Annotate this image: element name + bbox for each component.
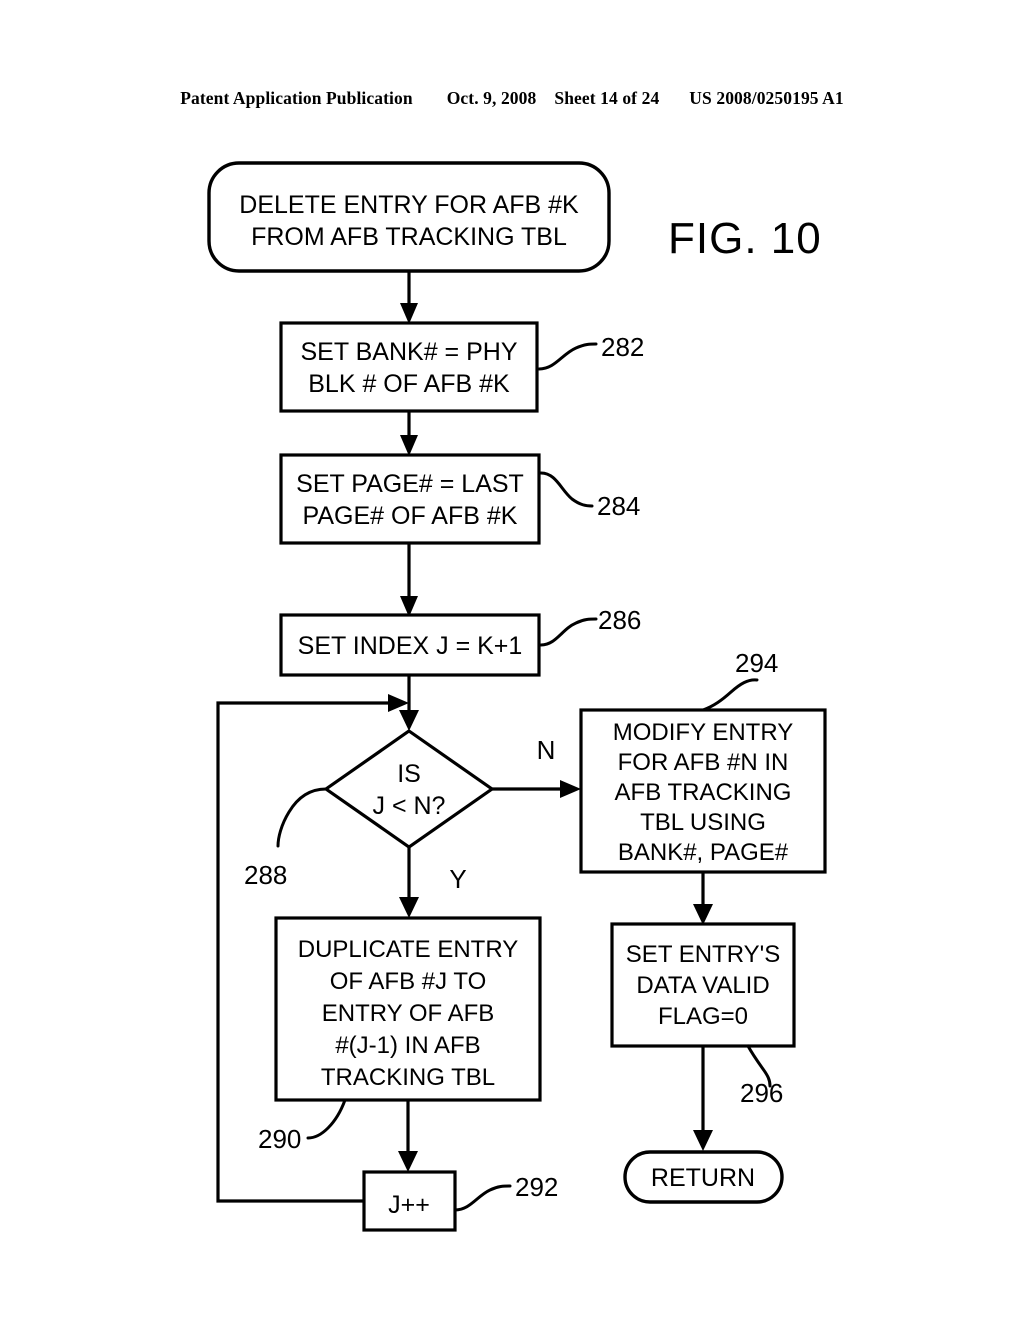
arrowhead-icon [400,435,418,456]
increment-label: J++ [388,1191,430,1219]
arrowhead-icon [399,710,419,731]
start-line-1: DELETE ENTRY FOR AFB #K [239,191,579,219]
reference-leader-288: 288 [244,787,328,890]
arrowhead-icon [399,897,419,918]
reference-leader-282: 282 [537,332,644,371]
node-decision: IS J < N? [323,729,495,849]
set-flag-line-3: FLAG=0 [658,1003,748,1030]
reference-leader-284: 284 [539,471,640,521]
patent-page: Patent Application Publication Oct. 9, 2… [0,0,1024,1320]
node-duplicate: DUPLICATE ENTRY OF AFB #J TO ENTRY OF AF… [274,916,542,1102]
reference-number-290: 290 [258,1124,301,1154]
set-page-line-1: SET PAGE# = LAST [296,470,524,498]
reference-leader-290: 290 [258,1098,347,1154]
modify-line-4: TBL USING [640,809,766,836]
set-index-line-1: SET INDEX J = K+1 [298,632,523,660]
reference-number-286: 286 [598,605,641,635]
reference-leader-286: 286 [539,605,641,647]
return-label: RETURN [651,1164,755,1192]
connector-duplicate-to-increment [398,1100,418,1172]
branch-label-yes: Y [449,864,466,894]
node-set-bank: SET BANK# = PHY BLK # OF AFB #K [279,321,539,413]
set-flag-line-1: SET ENTRY'S [626,941,780,968]
node-set-flag: SET ENTRY'S DATA VALID FLAG=0 [610,922,796,1048]
set-bank-line-1: SET BANK# = PHY [301,338,518,366]
connector-decision-yes-to-duplicate: Y [399,847,467,918]
reference-number-284: 284 [597,491,640,521]
arrowhead-icon [693,1130,713,1151]
set-bank-line-2: BLK # OF AFB #K [308,370,510,398]
modify-line-1: MODIFY ENTRY [613,719,793,746]
reference-number-296: 296 [740,1078,783,1108]
set-flag-line-2: DATA VALID [636,972,769,999]
decision-diamond-shape [323,729,495,849]
reference-number-292: 292 [515,1172,558,1202]
decision-line-1: IS [397,760,421,788]
modify-line-2: FOR AFB #N IN [618,749,789,776]
duplicate-line-1: DUPLICATE ENTRY [298,936,519,963]
arrowhead-icon [693,904,713,925]
branch-label-no: N [537,735,556,765]
reference-leader-292: 292 [453,1172,558,1212]
arrowhead-icon [400,303,418,324]
connector-set-flag-to-return [693,1046,713,1151]
node-set-page: SET PAGE# = LAST PAGE# OF AFB #K [279,453,541,545]
figure-10-flowchart: FIG. 10 DELETE ENTRY FOR AFB #K FROM AFB… [0,0,1024,1320]
figure-label: FIG. 10 [668,214,822,263]
reference-leader-296: 296 [740,1044,783,1108]
arrowhead-icon [388,694,409,712]
reference-number-282: 282 [601,332,644,362]
set-page-line-2: PAGE# OF AFB #K [303,502,518,530]
reference-number-288: 288 [244,860,287,890]
arrowhead-icon [560,780,581,798]
node-increment: J++ [362,1170,457,1232]
reference-number-294: 294 [735,648,778,678]
arrowhead-icon [398,1151,418,1172]
node-set-index: SET INDEX J = K+1 [279,613,541,677]
reference-leader-294: 294 [701,648,778,712]
start-line-2: FROM AFB TRACKING TBL [251,223,567,251]
connector-decision-no-to-modify: N [492,735,581,798]
connector-start-to-set-bank [400,271,418,324]
node-start: DELETE ENTRY FOR AFB #K FROM AFB TRACKIN… [207,161,611,273]
connector-set-bank-to-set-page [400,411,418,456]
duplicate-line-3: ENTRY OF AFB [322,1000,495,1027]
connector-set-page-to-set-index [400,543,418,617]
node-return: RETURN [623,1150,784,1204]
modify-line-3: AFB TRACKING [615,779,792,806]
duplicate-line-5: TRACKING TBL [321,1064,495,1091]
connector-modify-to-set-flag [693,872,713,925]
duplicate-line-4: #(J-1) IN AFB [335,1032,480,1059]
decision-line-2: J < N? [373,792,446,820]
modify-line-5: BANK#, PAGE# [618,839,789,866]
duplicate-line-2: OF AFB #J TO [330,968,487,995]
node-modify: MODIFY ENTRY FOR AFB #N IN AFB TRACKING … [579,708,827,874]
